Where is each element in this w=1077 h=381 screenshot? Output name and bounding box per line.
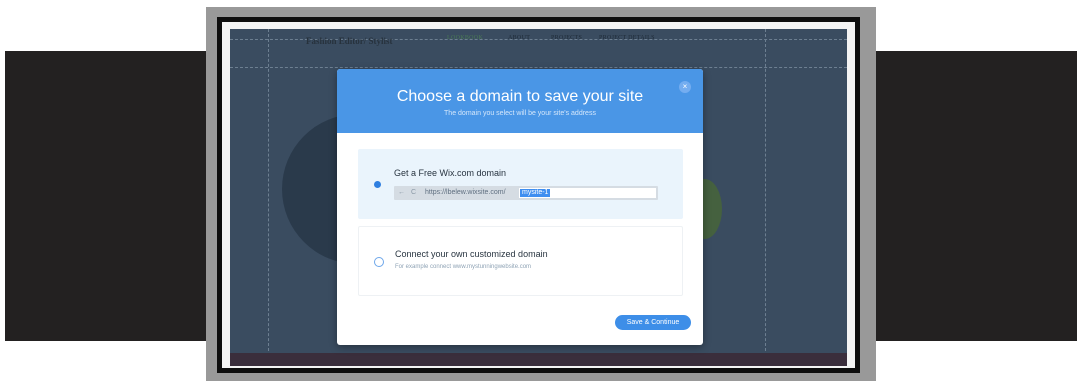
background-nav-item: PROJECT DETAILS bbox=[599, 35, 655, 41]
radio-selected-icon[interactable] bbox=[374, 181, 381, 188]
background-bottom-strip bbox=[230, 353, 847, 366]
guide-line bbox=[230, 67, 847, 68]
dialog-subtitle: The domain you select will be your site'… bbox=[444, 110, 596, 117]
background-nav-item: ABOUT bbox=[508, 35, 531, 41]
background-nav-active: LOOKBOOK bbox=[447, 35, 484, 41]
background-nav-item: PROJECTS bbox=[551, 35, 583, 41]
site-name-value: mysite-1 bbox=[520, 189, 551, 197]
custom-domain-hint: For example connect www.mystunningwebsit… bbox=[395, 264, 532, 270]
save-and-continue-button[interactable]: Save & Continue bbox=[615, 315, 691, 330]
browser-nav-icons: ← C bbox=[398, 189, 418, 196]
custom-domain-label: Connect your own customized domain bbox=[395, 249, 548, 259]
dialog-title: Choose a domain to save your site bbox=[396, 88, 644, 105]
site-name-input[interactable]: mysite-1 bbox=[519, 188, 656, 198]
left-backdrop-band bbox=[5, 51, 207, 341]
background-site-title: Fashion Editor/ Stylist bbox=[306, 36, 393, 46]
custom-domain-option[interactable]: Connect your own customized domain For e… bbox=[358, 226, 683, 296]
domain-url-bar: ← C https://lbelew.wixsite.com/ mysite-1 bbox=[394, 186, 658, 200]
guide-line bbox=[268, 29, 269, 366]
right-backdrop-band bbox=[872, 51, 1077, 341]
dialog-header: Choose a domain to save your site The do… bbox=[337, 69, 703, 133]
close-icon[interactable]: × bbox=[679, 81, 691, 93]
domain-url-prefix: https://lbelew.wixsite.com/ bbox=[425, 189, 506, 196]
radio-unselected-icon[interactable] bbox=[374, 257, 384, 267]
guide-line bbox=[765, 29, 766, 366]
free-domain-option[interactable]: Get a Free Wix.com domain ← C https://lb… bbox=[358, 149, 683, 219]
choose-domain-dialog: Choose a domain to save your site The do… bbox=[337, 69, 703, 345]
free-domain-label: Get a Free Wix.com domain bbox=[394, 168, 507, 178]
